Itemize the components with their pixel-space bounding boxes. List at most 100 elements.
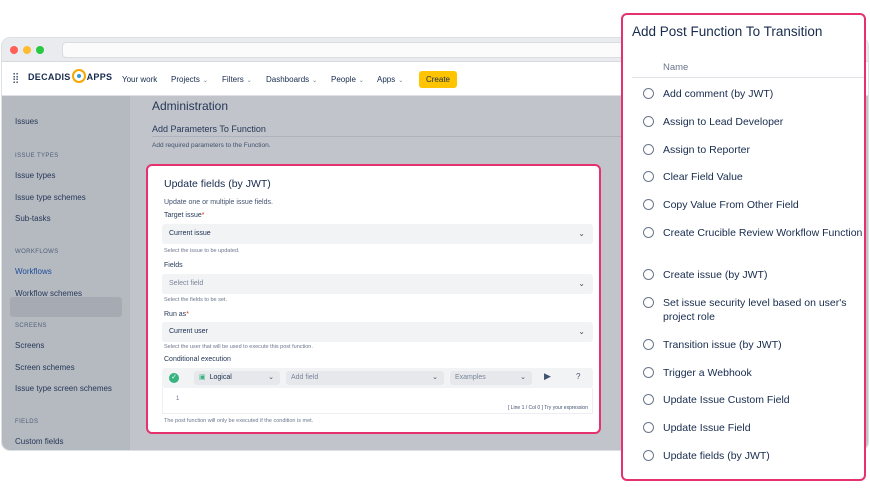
post-function-panel: Add Post Function To Transition Name Add… (621, 13, 866, 481)
chevron-down-icon: ⌄ (578, 229, 585, 238)
nav-your-work[interactable]: Your work (122, 75, 157, 84)
nav-apps[interactable]: Apps ⌄ (377, 75, 403, 84)
sidebar-item-workflow-schemes[interactable]: Workflow schemes (15, 289, 82, 298)
form-footer-note: The post function will only be executed … (164, 418, 314, 424)
sidebar-item-issue-types[interactable]: Issue types (15, 171, 55, 180)
chevron-down-icon: ⌄ (312, 78, 318, 84)
target-issue-value: Current issue (169, 230, 211, 237)
chevron-down-icon: ⌄ (268, 374, 274, 381)
page-title: Administration (152, 99, 229, 113)
nav-label: Projects (171, 75, 200, 84)
radio-button[interactable] (643, 339, 654, 350)
sidebar-heading-screens: SCREENS (15, 323, 47, 329)
option-label: Set issue security level based on user's… (663, 297, 847, 323)
sidebar-item-screen-schemes[interactable]: Screen schemes (15, 363, 75, 372)
logical-mode-select[interactable]: ▣ Logical ⌄ (194, 371, 280, 385)
option-label: Update fields (by JWT) (663, 450, 770, 462)
target-issue-label: Target issue* (164, 212, 204, 219)
chevron-down-icon: ⌄ (246, 78, 252, 84)
option-label: Add comment (by JWT) (663, 88, 774, 100)
nav-filters[interactable]: Filters ⌄ (222, 75, 252, 84)
app-switcher-icon[interactable]: ⣿ (12, 74, 22, 84)
expression-editor[interactable]: 1 [ Line 1 / Col 0 ] Try your expression (162, 388, 593, 414)
chevron-down-icon: ⌄ (520, 374, 526, 381)
form-title: Update fields (by JWT) (164, 178, 271, 190)
panel-title: Add Post Function To Transition (632, 24, 823, 39)
sidebar-item-issues[interactable]: Issues (15, 117, 38, 126)
column-header-name: Name (663, 62, 689, 73)
brand-logo[interactable]: DECADIS APPS (28, 69, 113, 84)
option-label: Assign to Reporter (663, 144, 750, 156)
maximize-window-button[interactable] (36, 46, 44, 54)
chevron-down-icon: ⌄ (398, 78, 404, 84)
radio-button[interactable] (643, 116, 654, 127)
nav-label: Apps (377, 75, 396, 84)
section-title: Add Parameters To Function (152, 124, 266, 134)
chevron-down-icon: ⌄ (358, 78, 364, 84)
option-label: Assign to Lead Developer (663, 116, 784, 128)
fields-label: Fields (164, 262, 183, 269)
sidebar-item-issue-type-schemes[interactable]: Issue type schemes (15, 193, 86, 202)
close-window-button[interactable] (10, 46, 18, 54)
chevron-down-icon: ⌄ (578, 327, 585, 336)
radio-button[interactable] (643, 367, 654, 378)
radio-button[interactable] (643, 88, 654, 99)
help-button[interactable]: ? (576, 372, 580, 381)
brand-name: DECADIS (28, 72, 71, 82)
nav-people[interactable]: People ⌄ (331, 75, 364, 84)
logical-mode-value: Logical (209, 374, 232, 381)
logical-icon: ▣ (199, 374, 206, 381)
option-label: Update Issue Custom Field (663, 394, 790, 406)
admin-sidebar: Issues ISSUE TYPES Issue types Issue typ… (2, 96, 130, 450)
target-issue-help: Select the issue to be updated. (164, 248, 240, 254)
sidebar-item-screens[interactable]: Screens (15, 341, 44, 350)
logo-mark-icon (71, 69, 86, 84)
required-asterisk: * (201, 212, 205, 219)
editor-status: [ Line 1 / Col 0 ] Try your expression (507, 405, 588, 411)
radio-button[interactable] (643, 297, 654, 308)
add-field-select[interactable]: Add field ⌄ (286, 371, 444, 385)
fields-select[interactable]: Select field ⌄ (162, 274, 593, 294)
radio-button[interactable] (643, 450, 654, 461)
sidebar-item-issue-type-screen-schemes[interactable]: Issue type screen schemes (15, 384, 112, 393)
header-divider (632, 77, 864, 78)
condition-toolbar: ✓ ▣ Logical ⌄ Add field ⌄ Examples ⌄ ▶ ? (162, 368, 593, 388)
nav-label: Dashboards (266, 75, 310, 84)
nav-projects[interactable]: Projects ⌄ (171, 75, 208, 84)
add-field-placeholder: Add field (291, 374, 319, 381)
sidebar-heading-workflows: WORKFLOWS (15, 249, 59, 255)
run-as-select[interactable]: Current user ⌄ (162, 322, 593, 342)
sidebar-item-sub-tasks[interactable]: Sub-tasks (15, 214, 51, 223)
run-as-label: Run as* (164, 311, 189, 318)
chevron-down-icon: ⌄ (432, 374, 438, 381)
sidebar-item-custom-fields[interactable]: Custom fields (15, 437, 63, 446)
run-expression-icon[interactable]: ▶ (544, 371, 551, 382)
brand-suffix: APPS (86, 72, 113, 82)
section-subtitle: Add required parameters to the Function. (152, 142, 271, 149)
target-issue-label-text: Target issue (164, 212, 202, 219)
create-button[interactable]: Create (419, 71, 457, 88)
chevron-down-icon: ⌄ (202, 78, 208, 84)
nav-label: Your work (122, 75, 158, 84)
radio-button[interactable] (643, 199, 654, 210)
nav-dashboards[interactable]: Dashboards ⌄ (266, 75, 317, 84)
radio-button[interactable] (643, 171, 654, 182)
option-label: Copy Value From Other Field (663, 199, 799, 211)
target-issue-select[interactable]: Current issue ⌄ (162, 224, 593, 244)
examples-placeholder: Examples (455, 374, 486, 381)
radio-button[interactable] (643, 144, 654, 155)
section-divider (152, 136, 632, 137)
chevron-down-icon: ⌄ (578, 279, 585, 288)
address-bar[interactable] (62, 42, 652, 58)
radio-button[interactable] (643, 269, 654, 280)
radio-button[interactable] (643, 422, 654, 433)
run-as-help: Select the user that will be used to exe… (164, 344, 313, 350)
fields-placeholder: Select field (169, 280, 204, 287)
examples-select[interactable]: Examples ⌄ (450, 371, 532, 385)
radio-button[interactable] (643, 394, 654, 405)
sidebar-item-workflows[interactable]: Workflows (15, 267, 52, 276)
sidebar-active-highlight (10, 297, 122, 317)
option-label: Transition issue (by JWT) (663, 339, 782, 351)
minimize-window-button[interactable] (23, 46, 31, 54)
radio-button[interactable] (643, 227, 654, 238)
